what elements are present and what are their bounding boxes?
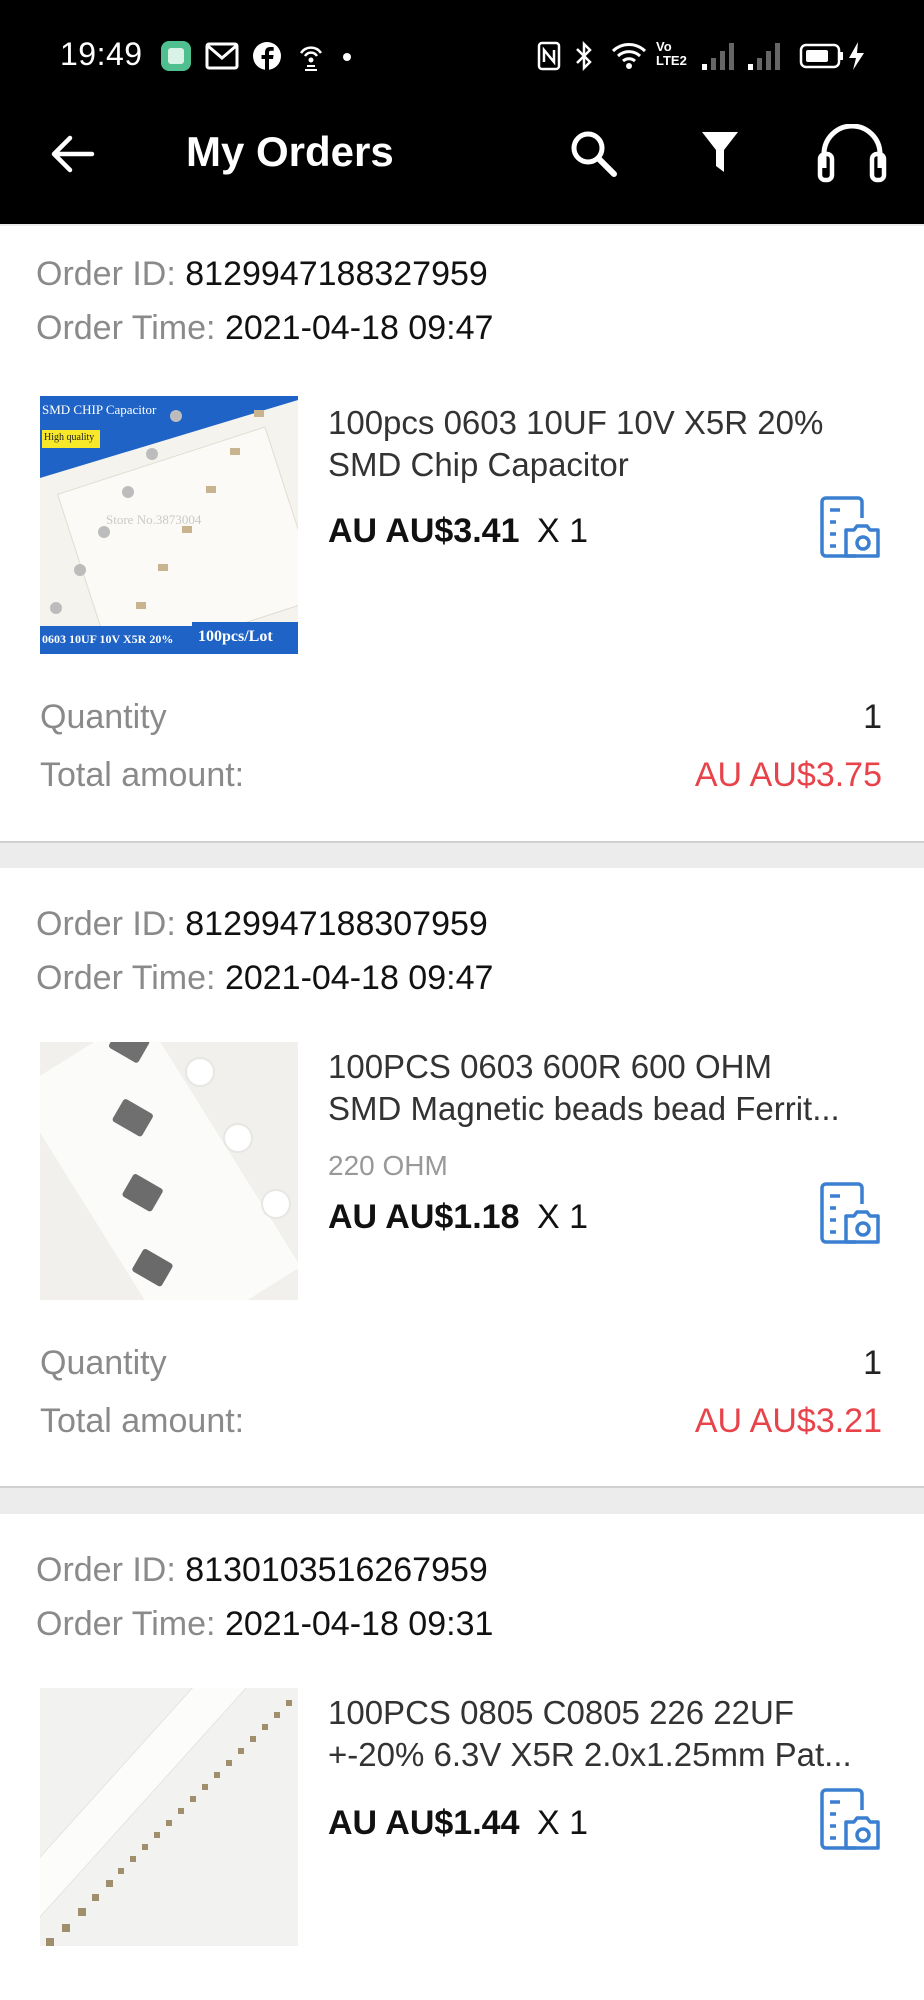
order-time-label: Order Time: <box>36 959 216 997</box>
image-watermark-text: Store No.3873004 <box>106 512 202 527</box>
volte-icon: Vo LTE2 <box>656 39 687 68</box>
total-label: Total amount: <box>40 1402 245 1440</box>
order-id-value: 8130103516267959 <box>185 1551 488 1589</box>
filter-icon[interactable] <box>700 130 740 176</box>
status-time: 19:49 <box>60 36 143 72</box>
unit-price: AU AU$3.41 <box>328 512 520 550</box>
image-footer-right-text: 100pcs/Lot <box>198 628 273 645</box>
order-time-value: 2021-04-18 09:47 <box>224 309 494 347</box>
item-qty: 1 <box>569 1804 588 1842</box>
image-banner-text: SMD CHIP Capacitor <box>42 402 157 417</box>
order-id-value: 8129947188307959 <box>185 905 488 943</box>
headset-icon[interactable] <box>816 124 888 186</box>
total-row: Total amount: AU AU$3.75 <box>40 756 882 795</box>
order-id-label: Order ID: <box>36 255 176 293</box>
order-id-value: 8129947188327959 <box>185 255 488 293</box>
bluetooth-icon <box>576 40 592 72</box>
quantity-label: Quantity <box>40 1344 167 1382</box>
product-variant: 220 OHM <box>328 1150 448 1181</box>
order-time-value: 2021-04-18 09:47 <box>224 959 494 997</box>
order-card[interactable]: Order ID: 8129947188307959 Order Time: 2… <box>0 868 924 1488</box>
item-qty: 1 <box>569 1198 588 1236</box>
gmail-icon <box>205 42 239 70</box>
item-qty: 1 <box>569 512 588 550</box>
signal-icon <box>702 43 734 70</box>
qty-prefix: X <box>536 512 560 550</box>
status-bar: 19:49 Vo LTE2 <box>0 0 924 112</box>
page-title: My Orders <box>186 128 394 175</box>
quantity-row: Quantity 1 <box>40 1344 882 1383</box>
total-value: AU AU$3.21 <box>694 1402 882 1440</box>
qty-prefix: X <box>536 1804 560 1842</box>
order-id-label: Order ID: <box>36 905 176 943</box>
product-title[interactable]: 100PCS 0603 600R 600 OHM SMD Magnetic be… <box>328 1046 888 1130</box>
order-time-label: Order Time: <box>36 1605 216 1643</box>
unit-price: AU AU$1.18 <box>328 1198 520 1236</box>
product-image[interactable] <box>40 1688 298 1946</box>
app-bar <box>0 112 924 224</box>
battery-charging-icon <box>799 42 864 70</box>
search-icon[interactable] <box>568 128 618 178</box>
quantity-row: Quantity 1 <box>40 698 882 737</box>
total-row: Total amount: AU AU$3.21 <box>40 1402 882 1441</box>
dot-icon <box>343 53 351 61</box>
hotspot-icon <box>299 46 323 71</box>
total-value: AU AU$3.75 <box>694 756 882 794</box>
wifi-icon <box>611 43 647 69</box>
order-time-label: Order Time: <box>36 309 216 347</box>
product-title[interactable]: 100pcs 0603 10UF 10V X5R 20% SMD Chip Ca… <box>328 402 888 486</box>
product-image[interactable]: SMD CHIP Capacitor High quality Store No… <box>40 396 298 654</box>
snapshot-icon[interactable] <box>818 1788 884 1854</box>
order-card[interactable]: Order ID: 8129947188327959 Order Time: 2… <box>0 226 924 843</box>
quantity-value: 1 <box>863 698 882 736</box>
product-image[interactable] <box>40 1042 298 1300</box>
order-id-label: Order ID: <box>36 1551 176 1589</box>
back-arrow-icon[interactable] <box>48 134 96 174</box>
facebook-icon <box>253 42 281 70</box>
unit-price: AU AU$1.44 <box>328 1804 520 1842</box>
order-card[interactable]: Order ID: 8130103516267959 Order Time: 2… <box>0 1514 924 2000</box>
quantity-value: 1 <box>863 1344 882 1382</box>
image-badge-text: High quality <box>44 432 95 443</box>
app-icon <box>161 41 191 71</box>
image-footer-left-text: 0603 10UF 10V X5R 20% <box>42 632 174 646</box>
nfc-icon <box>537 41 561 71</box>
product-title[interactable]: 100PCS 0805 C0805 226 22UF +-20% 6.3V X5… <box>328 1692 888 1776</box>
quantity-label: Quantity <box>40 698 167 736</box>
snapshot-icon[interactable] <box>818 1182 884 1248</box>
order-time-value: 2021-04-18 09:31 <box>224 1605 494 1643</box>
total-label: Total amount: <box>40 756 245 794</box>
snapshot-icon[interactable] <box>818 496 884 562</box>
qty-prefix: X <box>536 1198 560 1236</box>
signal-icon <box>748 43 780 70</box>
